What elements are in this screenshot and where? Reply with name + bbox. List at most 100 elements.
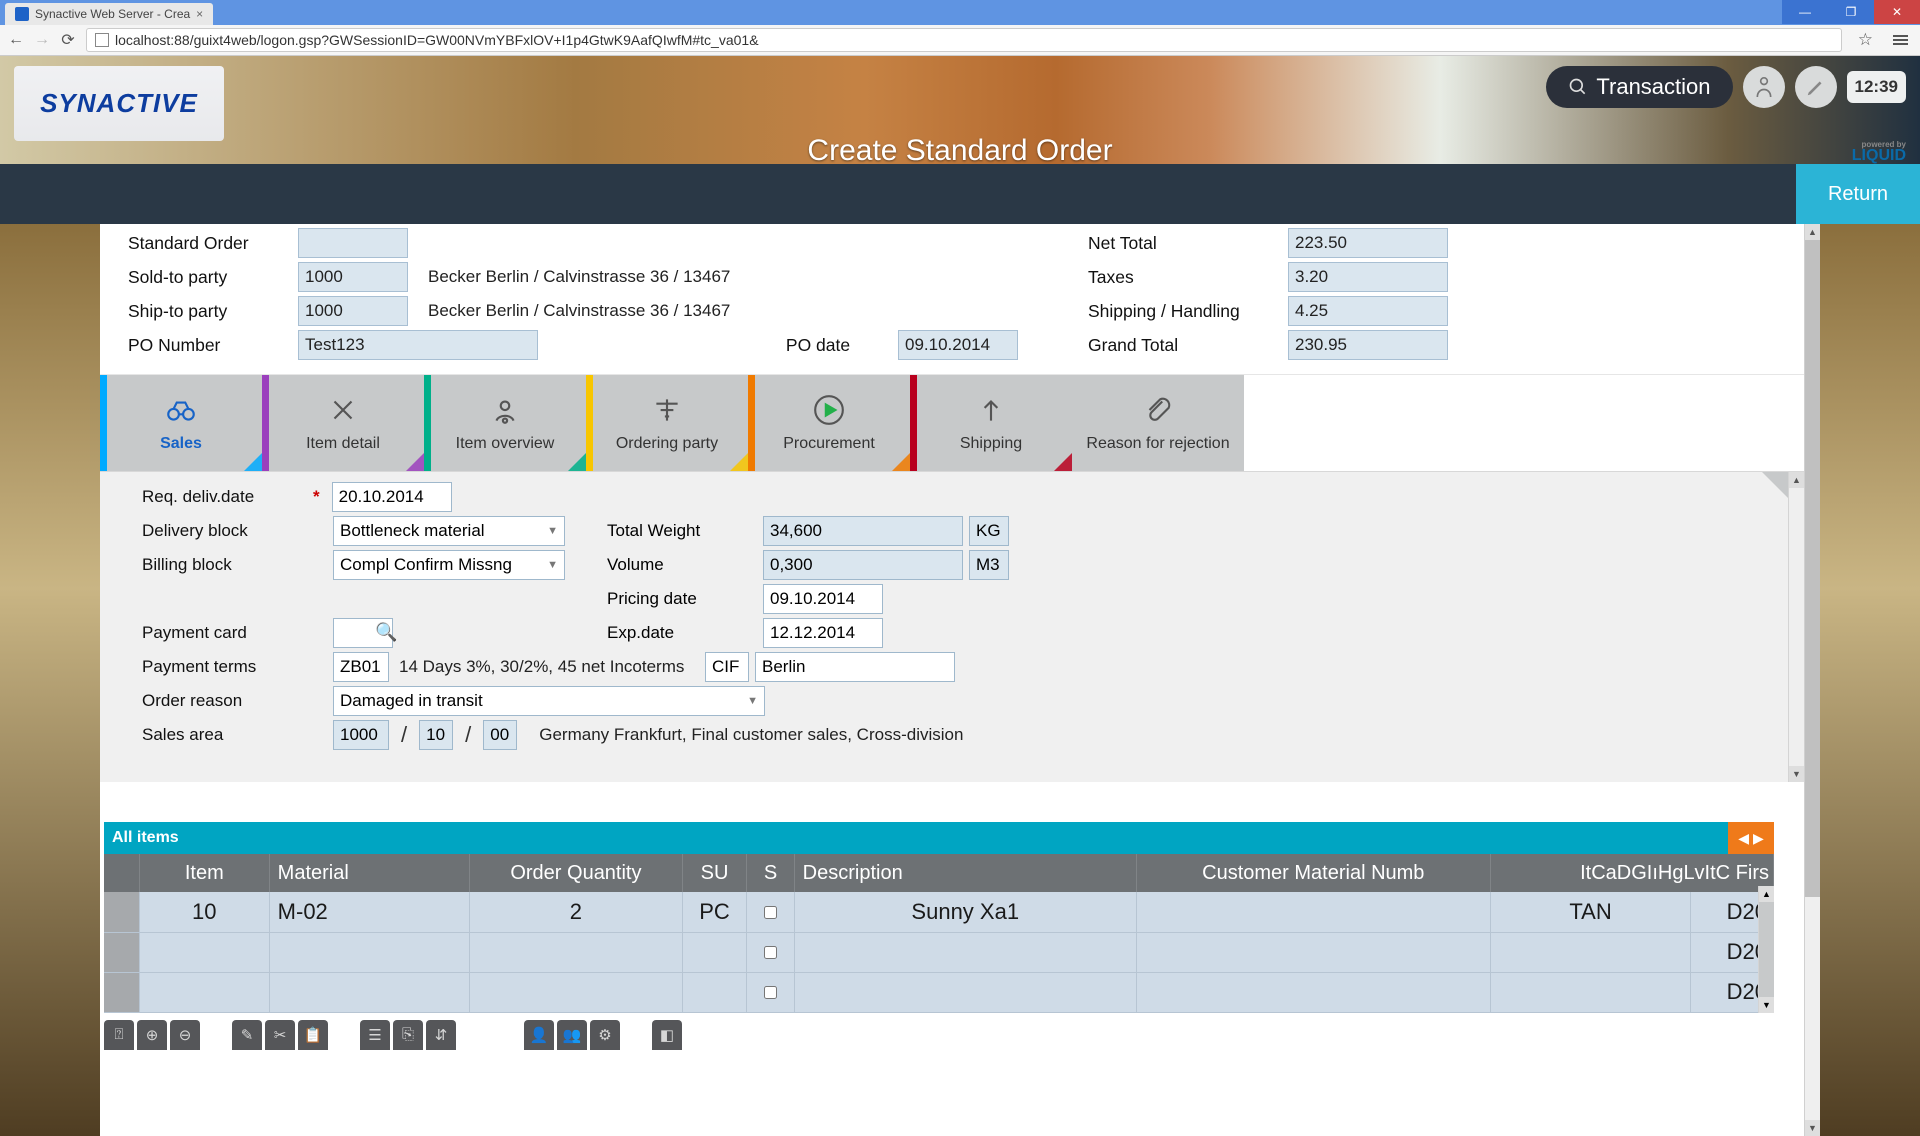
tb-btn-13[interactable]: ◧ (652, 1020, 682, 1050)
cell-material[interactable] (269, 932, 470, 972)
col-cust-material[interactable]: Customer Material Numb (1136, 854, 1490, 892)
po-number-field[interactable] (298, 330, 538, 360)
row-selector[interactable] (104, 892, 139, 932)
taxes-field[interactable] (1288, 262, 1448, 292)
tb-btn-10[interactable]: 👤 (524, 1020, 554, 1050)
browser-menu-icon[interactable] (1889, 33, 1912, 47)
scroll-down-icon[interactable]: ▼ (1759, 997, 1774, 1013)
row-selector[interactable] (104, 932, 139, 972)
items-vertical-scrollbar[interactable]: ▲ ▼ (1758, 886, 1774, 1013)
po-date-field[interactable] (898, 330, 1018, 360)
sales-area-3[interactable] (483, 720, 517, 750)
cell-item[interactable]: 10 (139, 892, 269, 932)
window-close-button[interactable]: ✕ (1874, 0, 1920, 24)
total-weight-field[interactable] (763, 516, 963, 546)
cell-custmat[interactable] (1136, 932, 1490, 972)
row-checkbox[interactable] (764, 986, 777, 999)
incoterms2-field[interactable] (755, 652, 955, 682)
settings-button[interactable] (1795, 66, 1837, 108)
bookmark-star-icon[interactable]: ☆ (1858, 30, 1873, 50)
scroll-down-icon[interactable]: ▼ (1789, 766, 1804, 782)
cell-item[interactable] (139, 972, 269, 1012)
tb-btn-7[interactable]: ☰ (360, 1020, 390, 1050)
cell-qty[interactable]: 2 (470, 892, 682, 932)
browser-tab[interactable]: Synactive Web Server - Crea × (5, 3, 213, 25)
panel-vertical-scrollbar[interactable]: ▲ ▼ (1804, 224, 1820, 1136)
tab-reason-rejection[interactable]: Reason for rejection (1072, 375, 1244, 471)
tab-item-overview[interactable]: Item overview (424, 375, 586, 471)
volume-field[interactable] (763, 550, 963, 580)
value-help-icon[interactable]: 🔍 (375, 622, 397, 643)
order-reason-select[interactable]: Damaged in transit▼ (333, 686, 765, 716)
cell-item[interactable] (139, 932, 269, 972)
scroll-up-icon[interactable]: ▲ (1789, 472, 1804, 488)
tb-btn-3[interactable]: ⊖ (170, 1020, 200, 1050)
nav-back-icon[interactable]: ← (8, 31, 24, 49)
window-maximize-button[interactable]: ❐ (1828, 0, 1874, 24)
billing-block-select[interactable]: Compl Confirm Missng▼ (333, 550, 565, 580)
tab-sales[interactable]: Sales (100, 375, 262, 471)
items-nav-buttons[interactable]: ◀ ▶ (1728, 822, 1774, 854)
cell-desc[interactable]: Sunny Xa1 (794, 892, 1136, 932)
table-row[interactable]: D20 (104, 932, 1774, 972)
sold-to-field[interactable] (298, 262, 408, 292)
scroll-thumb[interactable] (1805, 240, 1820, 897)
scroll-up-icon[interactable]: ▲ (1759, 886, 1774, 902)
cell-custmat[interactable] (1136, 892, 1490, 932)
tab-procurement[interactable]: Procurement (748, 375, 910, 471)
nav-forward-icon[interactable]: → (34, 31, 50, 49)
tab-shipping[interactable]: Shipping (910, 375, 1072, 471)
cell-s[interactable] (747, 972, 794, 1012)
tb-btn-12[interactable]: ⚙ (590, 1020, 620, 1050)
req-deliv-date-field[interactable] (332, 482, 452, 512)
sales-area-2[interactable] (419, 720, 453, 750)
user-info-button[interactable] (1743, 66, 1785, 108)
col-description[interactable]: Description (794, 854, 1136, 892)
tab-close-icon[interactable]: × (196, 7, 203, 21)
tb-btn-4[interactable]: ✎ (232, 1020, 262, 1050)
net-total-field[interactable] (1288, 228, 1448, 258)
ship-hand-field[interactable] (1288, 296, 1448, 326)
cell-s[interactable] (747, 932, 794, 972)
col-su[interactable]: SU (682, 854, 747, 892)
transaction-button[interactable]: Transaction (1546, 66, 1732, 108)
row-selector[interactable] (104, 972, 139, 1012)
col-material[interactable]: Material (269, 854, 470, 892)
items-next-icon[interactable]: ▶ (1753, 830, 1764, 847)
nav-reload-icon[interactable]: ⟳ (60, 30, 76, 50)
row-checkbox[interactable] (764, 946, 777, 959)
cell-su[interactable] (682, 972, 747, 1012)
standard-order-field[interactable] (298, 228, 408, 258)
cell-material[interactable]: M-02 (269, 892, 470, 932)
sales-scrollbar[interactable]: ▲ ▼ (1788, 472, 1804, 782)
cell-material[interactable] (269, 972, 470, 1012)
cell-qty[interactable] (470, 932, 682, 972)
scroll-thumb[interactable] (1759, 902, 1774, 997)
scroll-up-icon[interactable]: ▲ (1805, 224, 1820, 240)
cell-itca[interactable]: TAN (1490, 892, 1691, 932)
tb-btn-6[interactable]: 📋 (298, 1020, 328, 1050)
tab-item-detail[interactable]: Item detail (262, 375, 424, 471)
col-order-qty[interactable]: Order Quantity (470, 854, 682, 892)
cell-itca[interactable] (1490, 932, 1691, 972)
sales-area-1[interactable] (333, 720, 389, 750)
cell-su[interactable] (682, 932, 747, 972)
cell-itca[interactable] (1490, 972, 1691, 1012)
delivery-block-select[interactable]: Bottleneck material▼ (333, 516, 565, 546)
cell-s[interactable] (747, 892, 794, 932)
tb-btn-8[interactable]: ⎘ (393, 1020, 423, 1050)
ship-to-field[interactable] (298, 296, 408, 326)
table-row[interactable]: 10 M-02 2 PC Sunny Xa1 TAN D20 (104, 892, 1774, 932)
window-minimize-button[interactable]: — (1782, 0, 1828, 24)
tb-btn-5[interactable]: ✂ (265, 1020, 295, 1050)
volume-unit[interactable] (969, 550, 1009, 580)
grand-total-field[interactable] (1288, 330, 1448, 360)
pricing-date-field[interactable] (763, 584, 883, 614)
total-weight-unit[interactable] (969, 516, 1009, 546)
url-field[interactable]: localhost:88/guixt4web/logon.gsp?GWSessi… (86, 28, 1842, 52)
cell-desc[interactable] (794, 932, 1136, 972)
row-checkbox[interactable] (764, 906, 777, 919)
payment-terms-field[interactable] (333, 652, 389, 682)
cell-custmat[interactable] (1136, 972, 1490, 1012)
incoterms1-field[interactable] (705, 652, 749, 682)
